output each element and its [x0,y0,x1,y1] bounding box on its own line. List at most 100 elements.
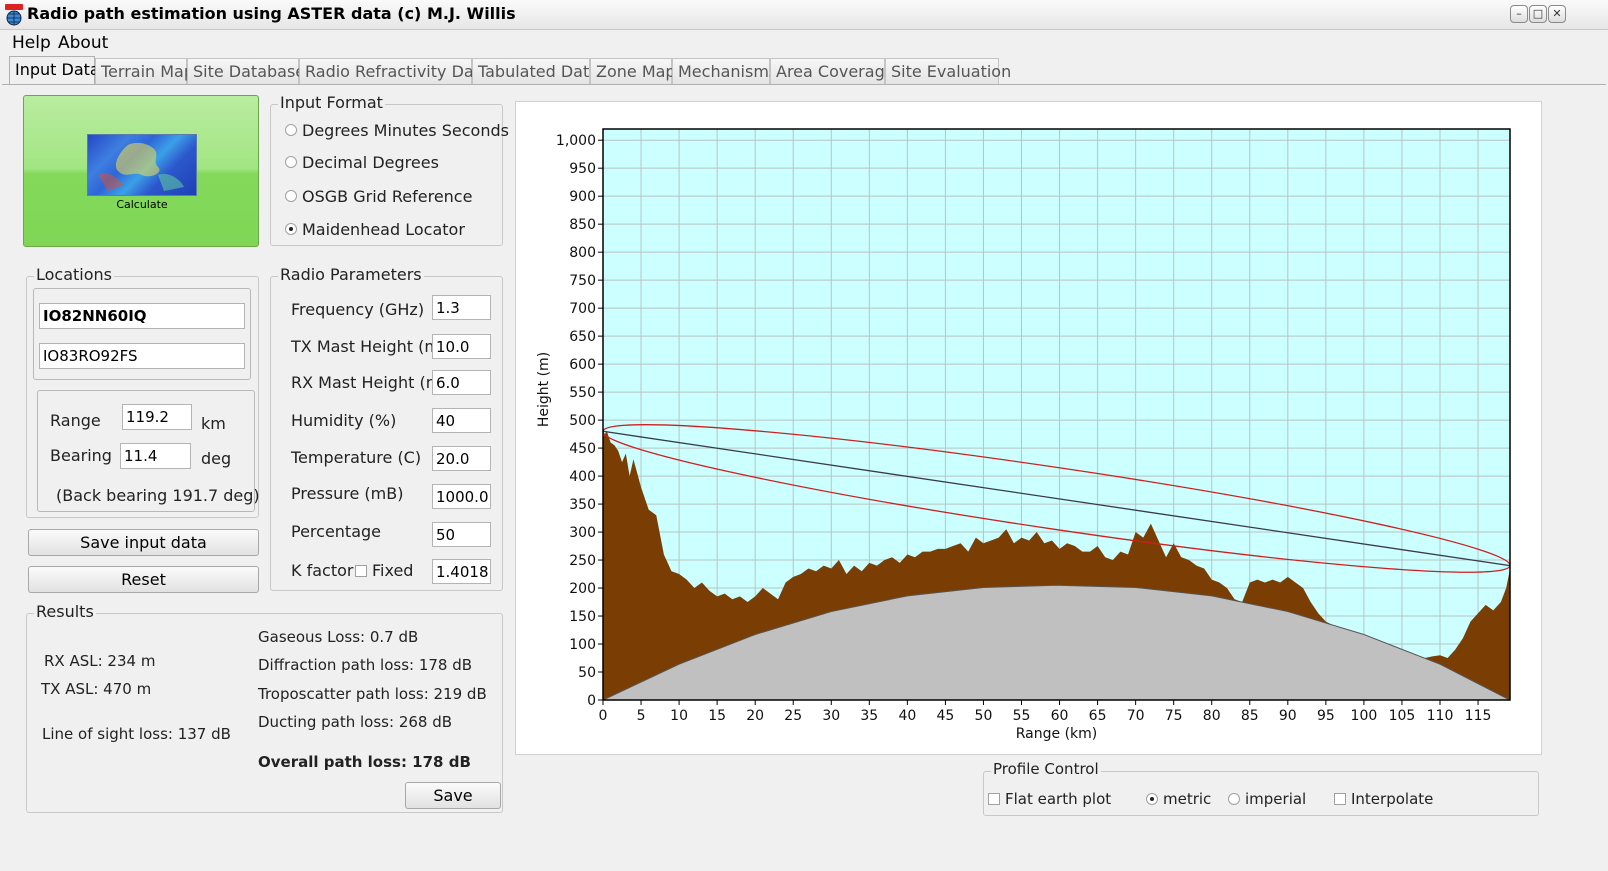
locations-title: Locations [34,265,115,284]
percentage-field[interactable]: 50 [432,522,491,547]
tab-tabulated-data[interactable]: Tabulated Data [472,58,599,84]
param-label-rx-mast: RX Mast Height (m) [291,373,448,392]
y-tick-label: 350 [569,497,596,513]
tx-mast-height-field[interactable]: 10.0 [432,334,491,359]
y-tick-label: 300 [569,525,596,541]
radio-maidenhead-label[interactable]: Maidenhead Locator [302,220,465,239]
y-tick-label: 950 [569,161,596,177]
y-tick-label: 800 [569,245,596,261]
x-tick-label: 35 [860,708,878,724]
x-tick-label: 50 [975,708,993,724]
close-button[interactable]: ✕ [1548,5,1566,23]
x-tick-label: 105 [1389,708,1416,724]
gaseous-loss-text: Gaseous Loss: 0.7 dB [258,628,419,646]
line-of-sight-loss-text: Line of sight loss: 137 dB [42,725,231,743]
rx-asl-text: RX ASL: 234 m [44,652,156,670]
tab-site-database[interactable]: Site Database [187,58,305,84]
y-tick-label: 1,000 [556,133,596,149]
tab-site-evaluation[interactable]: Site Evaluation [885,58,1011,84]
interpolate-checkbox[interactable] [1334,793,1346,805]
y-tick-label: 250 [569,553,596,569]
y-tick-label: 550 [569,385,596,401]
x-tick-label: 15 [708,708,726,724]
x-tick-label: 60 [1051,708,1069,724]
pressure-field[interactable]: 1000.0 [432,484,491,509]
bearing-field[interactable]: 11.4 [120,443,191,469]
y-tick-label: 700 [569,301,596,317]
param-label-frequency: Frequency (GHz) [291,300,425,319]
k-factor-fixed-label[interactable]: Fixed [372,561,413,580]
reset-button[interactable]: Reset [28,566,259,593]
x-tick-label: 75 [1165,708,1183,724]
flat-earth-label[interactable]: Flat earth plot [1005,790,1111,808]
save-input-data-button[interactable]: Save input data [28,529,259,556]
tab-terrain-map[interactable]: Terrain Map [95,58,194,84]
x-tick-label: 90 [1279,708,1297,724]
overall-path-loss-text: Overall path loss: 178 dB [258,753,471,771]
interpolate-label[interactable]: Interpolate [1351,790,1433,808]
maximize-button[interactable]: □ [1529,5,1547,23]
k-factor-label: K factor [291,561,354,580]
tab-area-coverage[interactable]: Area Coverage [770,58,895,84]
y-tick-label: 600 [569,357,596,373]
globe-app-icon [4,4,24,26]
europe-map-icon [87,134,197,196]
param-label-tx-mast: TX Mast Height (m) [291,337,447,356]
k-factor-field[interactable]: 1.4018 [432,559,491,584]
x-tick-label: 40 [898,708,916,724]
param-label-percentage: Percentage [291,522,382,541]
tab-mechanisms[interactable]: Mechanisms [672,58,777,84]
calculate-label: Calculate [116,198,168,211]
tab-input-data[interactable]: Input Data [9,56,100,84]
radio-dms-label[interactable]: Degrees Minutes Seconds [302,121,509,140]
x-tick-label: 65 [1089,708,1107,724]
x-tick-label: 0 [599,708,608,724]
imperial-radio[interactable] [1228,793,1240,805]
menu-about[interactable]: About [58,33,108,53]
minimize-button[interactable]: – [1510,5,1528,23]
radio-decimal-degrees-label[interactable]: Decimal Degrees [302,153,439,172]
x-tick-label: 30 [822,708,840,724]
radio-osgb-label[interactable]: OSGB Grid Reference [302,187,472,206]
radio-maidenhead[interactable] [285,223,297,235]
radio-osgb[interactable] [285,190,297,202]
menu-help[interactable]: Help [12,33,51,53]
tab-radio-refractivity-data[interactable]: Radio Refractivity Data [299,58,490,84]
range-unit: km [201,414,226,433]
param-label-pressure: Pressure (mB) [291,484,404,503]
x-tick-label: 55 [1013,708,1031,724]
x-tick-label: 25 [784,708,802,724]
y-tick-label: 450 [569,441,596,457]
x-tick-label: 10 [670,708,688,724]
x-axis-label: Range (km) [1016,726,1098,742]
radio-decimal-degrees[interactable] [285,156,297,168]
tab-zone-map[interactable]: Zone Map [590,58,676,84]
metric-label[interactable]: metric [1163,790,1211,808]
humidity-field[interactable]: 40 [432,408,491,433]
tab-divider [2,84,1606,85]
flat-earth-checkbox[interactable] [988,793,1000,805]
imperial-label[interactable]: imperial [1245,790,1306,808]
frequency-field[interactable]: 1.3 [432,295,491,320]
calculate-button[interactable]: Calculate [23,95,259,247]
range-field[interactable]: 119.2 [122,404,192,430]
k-factor-fixed-checkbox[interactable] [355,565,367,577]
y-tick-label: 50 [578,665,596,681]
rx-locator-input[interactable]: IO83RO92FS [39,343,245,369]
y-tick-label: 900 [569,189,596,205]
tx-locator-input[interactable]: IO82NN60IQ [39,303,245,329]
metric-radio[interactable] [1146,793,1158,805]
x-tick-label: 115 [1465,708,1492,724]
bearing-unit: deg [201,449,232,468]
rx-mast-height-field[interactable]: 6.0 [432,370,491,395]
save-results-button[interactable]: Save [405,782,501,809]
x-tick-label: 45 [936,708,954,724]
radio-dms[interactable] [285,124,297,136]
temperature-field[interactable]: 20.0 [432,446,491,471]
results-title: Results [34,602,96,621]
diffraction-loss-text: Diffraction path loss: 178 dB [258,656,473,674]
window-title: Radio path estimation using ASTER data (… [27,4,516,23]
x-tick-label: 110 [1427,708,1454,724]
x-tick-label: 100 [1351,708,1378,724]
y-tick-label: 150 [569,609,596,625]
